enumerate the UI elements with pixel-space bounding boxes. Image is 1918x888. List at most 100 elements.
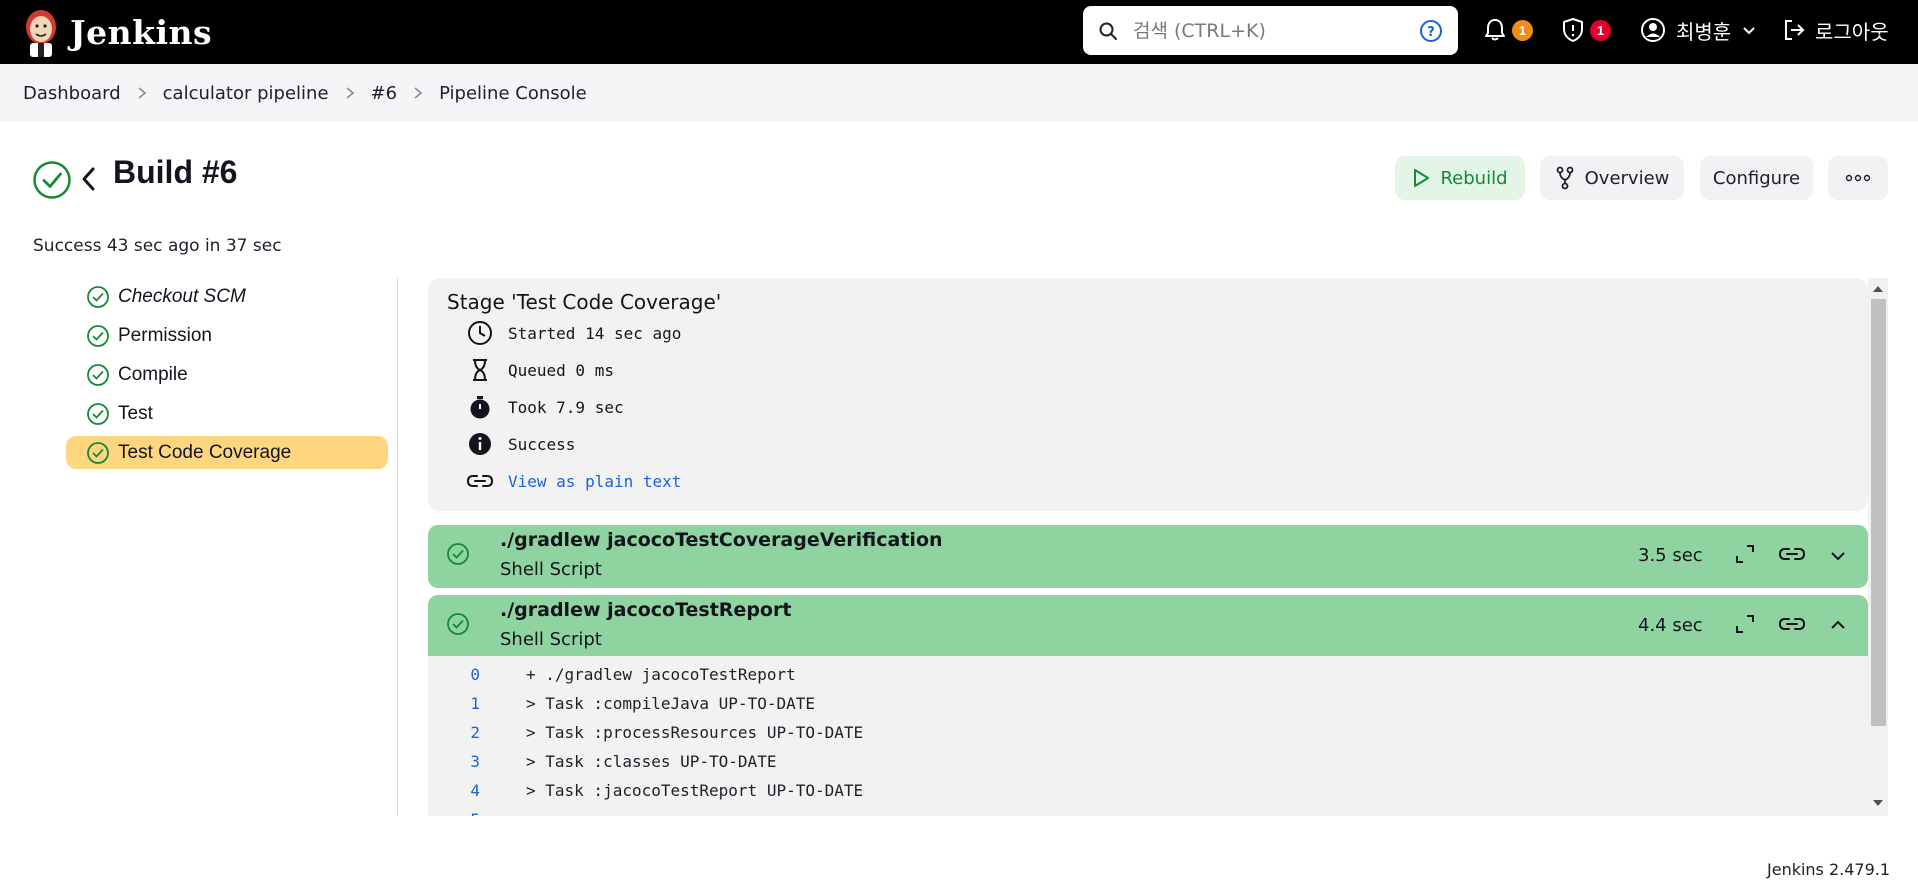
logout-button[interactable]: 로그아웃 xyxy=(1781,0,1889,60)
jenkins-logo[interactable]: Jenkins xyxy=(22,4,212,60)
check-circle-icon xyxy=(86,324,110,348)
breadcrumb: Dashboard calculator pipeline #6 Pipelin… xyxy=(0,64,1918,122)
queued-row: Queued 0 ms xyxy=(466,356,614,384)
top-navigation-bar: Jenkins ? 1 1 최병훈 xyxy=(0,0,1918,64)
chevron-right-icon xyxy=(413,86,423,100)
check-circle-icon xyxy=(86,285,110,309)
log-line: 1 > Task :compileJava UP-TO-DATE xyxy=(428,689,815,718)
link-icon[interactable] xyxy=(1778,613,1806,635)
line-number[interactable]: 3 xyxy=(428,752,486,771)
chevron-down-icon[interactable] xyxy=(1828,545,1848,565)
rebuild-label: Rebuild xyxy=(1440,167,1508,189)
stage-item-checkout-scm[interactable]: Checkout SCM xyxy=(66,280,388,313)
breadcrumb-dashboard[interactable]: Dashboard xyxy=(23,83,121,104)
chevron-up-icon[interactable] xyxy=(1828,615,1848,635)
search-box[interactable]: ? xyxy=(1083,6,1458,55)
log-text: + ./gradlew jacocoTestReport xyxy=(526,665,796,684)
log-text: > Task :classes UP-TO-DATE xyxy=(526,752,777,771)
more-horizontal-icon xyxy=(1845,174,1871,182)
stage-item-permission[interactable]: Permission xyxy=(66,319,388,352)
status-row: Success xyxy=(466,430,575,458)
check-circle-icon xyxy=(86,441,110,465)
stage-label: Compile xyxy=(118,363,188,385)
log-line: 3 > Task :classes UP-TO-DATE xyxy=(428,747,776,776)
line-number[interactable]: 0 xyxy=(428,665,486,684)
jenkins-version[interactable]: Jenkins 2.479.1 xyxy=(1767,860,1890,879)
step-name: ./gradlew jacocoTestReport xyxy=(500,599,792,621)
stage-detail-title: Stage 'Test Code Coverage' xyxy=(447,290,722,314)
open-external-icon[interactable] xyxy=(1734,543,1756,565)
check-circle-icon xyxy=(447,543,469,565)
configure-label: Configure xyxy=(1712,167,1801,189)
info-icon xyxy=(466,431,494,457)
rebuild-button[interactable]: Rebuild xyxy=(1395,156,1525,200)
link-icon[interactable] xyxy=(1778,543,1806,565)
scrollbar-thumb[interactable] xyxy=(1871,299,1886,726)
open-external-icon[interactable] xyxy=(1734,613,1756,635)
chevron-right-icon xyxy=(345,86,355,100)
bell-icon xyxy=(1485,19,1505,41)
line-number[interactable]: 4 xyxy=(428,781,486,800)
check-circle-icon xyxy=(86,363,110,387)
log-text: > Task :compileJava UP-TO-DATE xyxy=(526,694,815,713)
stopwatch-icon xyxy=(466,394,494,420)
stage-item-compile[interactable]: Compile xyxy=(66,358,388,391)
page-title: Build #6 xyxy=(113,154,238,190)
log-text: > Task :processResources UP-TO-DATE xyxy=(526,723,864,742)
line-number[interactable]: 5 xyxy=(428,810,486,816)
stage-label: Test Code Coverage xyxy=(118,441,292,463)
log-line: 5 xyxy=(428,805,526,816)
user-name: 최병훈 xyxy=(1676,19,1732,44)
breadcrumb-build[interactable]: #6 xyxy=(371,83,398,104)
status-text: Success xyxy=(508,434,576,454)
stage-list: Checkout SCM Permission Compile Test Tes… xyxy=(66,280,388,475)
log-line: 4 > Task :jacocoTestReport UP-TO-DATE xyxy=(428,776,863,805)
check-circle-icon xyxy=(447,613,469,635)
breadcrumb-job[interactable]: calculator pipeline xyxy=(163,83,329,104)
line-number[interactable]: 1 xyxy=(428,694,486,713)
step-type: Shell Script xyxy=(500,629,602,650)
overview-button[interactable]: Overview xyxy=(1540,156,1684,200)
link-icon xyxy=(466,471,494,491)
view-plain-text-link[interactable]: View as plain text xyxy=(508,472,681,491)
search-icon xyxy=(1099,22,1117,40)
stage-item-test[interactable]: Test xyxy=(66,397,388,430)
security-badge: 1 xyxy=(1590,19,1611,41)
stage-label: Permission xyxy=(118,324,212,346)
divider xyxy=(397,278,398,816)
step-duration: 3.5 sec xyxy=(1638,545,1703,566)
overview-label: Overview xyxy=(1584,167,1670,189)
step-row[interactable]: ./gradlew jacocoTestReport Shell Script … xyxy=(428,595,1868,658)
started-text: Started 14 sec ago xyxy=(508,323,682,343)
took-text: Took 7.9 sec xyxy=(508,397,624,417)
clock-icon xyxy=(466,320,494,346)
chevron-left-icon[interactable] xyxy=(80,165,98,193)
stage-item-test-code-coverage[interactable]: Test Code Coverage xyxy=(66,436,388,469)
step-name: ./gradlew jacocoTestCoverageVerification xyxy=(500,529,943,551)
console-log: 0 + ./gradlew jacocoTestReport 1 > Task … xyxy=(428,656,1868,816)
help-circle-icon[interactable]: ? xyxy=(1419,19,1443,43)
jenkins-butler-icon xyxy=(26,10,56,57)
line-number[interactable]: 2 xyxy=(428,723,486,742)
logout-label: 로그아웃 xyxy=(1815,19,1889,44)
check-circle-icon xyxy=(86,402,110,426)
notifications-button[interactable]: 1 xyxy=(1482,0,1533,60)
chevron-right-icon xyxy=(137,86,147,100)
scroll-down-arrow-icon[interactable] xyxy=(1872,798,1884,808)
shield-alert-icon xyxy=(1563,18,1583,42)
stage-label: Checkout SCM xyxy=(118,285,246,307)
queued-text: Queued 0 ms xyxy=(508,360,614,380)
stage-summary-card: Stage 'Test Code Coverage' Started 14 se… xyxy=(428,278,1868,511)
step-duration: 4.4 sec xyxy=(1638,615,1703,636)
plain-text-row[interactable]: View as plain text xyxy=(466,467,681,495)
scroll-up-arrow-icon[interactable] xyxy=(1872,284,1884,294)
search-input[interactable] xyxy=(1133,16,1403,45)
breadcrumb-current[interactable]: Pipeline Console xyxy=(439,83,587,104)
took-row: Took 7.9 sec xyxy=(466,393,624,421)
user-menu[interactable]: 최병훈 xyxy=(1640,0,1757,60)
step-row[interactable]: ./gradlew jacocoTestCoverageVerification… xyxy=(428,525,1868,588)
security-button[interactable]: 1 xyxy=(1560,0,1611,60)
more-actions-button[interactable] xyxy=(1828,156,1888,200)
configure-button[interactable]: Configure xyxy=(1700,156,1813,200)
stage-detail-panel: Stage 'Test Code Coverage' Started 14 se… xyxy=(428,278,1888,816)
